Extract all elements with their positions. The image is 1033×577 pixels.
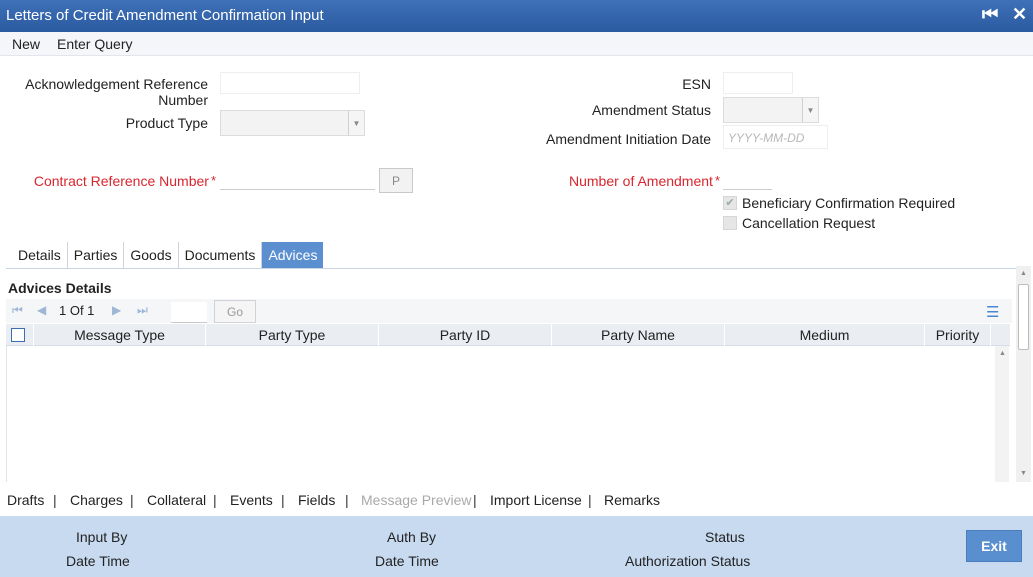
input-by-label: Input By: [76, 529, 128, 545]
cancellation-request-label: Cancellation Request: [742, 215, 876, 231]
grid-scrollbar[interactable]: ▲: [995, 346, 1009, 482]
separator: |: [213, 492, 217, 508]
tab-details[interactable]: Details: [12, 242, 68, 268]
link-collateral[interactable]: Collateral: [147, 492, 206, 508]
separator: |: [130, 492, 134, 508]
contract-ref-label: Contract Reference Number *: [20, 173, 216, 189]
amendment-initiation-label: Amendment Initiation Date: [546, 131, 711, 147]
window-titlebar: Letters of Credit Amendment Confirmation…: [0, 0, 1033, 32]
amendment-initiation-date-input[interactable]: YYYY-MM-DD: [723, 125, 828, 149]
link-import-license[interactable]: Import License: [490, 492, 582, 508]
separator: |: [281, 492, 285, 508]
tab-divider: [6, 268, 1016, 269]
menu-bar: New Enter Query: [0, 32, 1033, 56]
esn-input[interactable]: [723, 72, 793, 94]
amendment-status-label: Amendment Status: [591, 102, 711, 118]
advices-grid-body: [6, 346, 994, 482]
tab-advices[interactable]: Advices: [262, 242, 324, 268]
scroll-up-icon[interactable]: ▲: [1020, 270, 1027, 277]
auth-date-time-label: Date Time: [375, 553, 439, 569]
authorization-status-label: Authorization Status: [625, 553, 751, 569]
product-type-label: Product Type: [125, 115, 208, 131]
link-events[interactable]: Events: [230, 492, 273, 508]
pager-bar: ⏮ ◀ 1 Of 1 ▶ ⏭ Go ☰: [6, 299, 1012, 323]
number-of-amendment-label: Number of Amendment *: [540, 173, 720, 189]
col-party-name[interactable]: Party Name: [552, 324, 725, 346]
exit-button[interactable]: Exit: [966, 530, 1022, 562]
link-drafts[interactable]: Drafts: [7, 492, 44, 508]
contract-ref-input[interactable]: [220, 168, 375, 190]
separator: |: [473, 492, 477, 508]
separator: |: [588, 492, 592, 508]
window-title: Letters of Credit Amendment Confirmation…: [6, 7, 324, 24]
close-icon[interactable]: ✕: [1012, 4, 1027, 25]
chevron-down-icon[interactable]: ▼: [348, 111, 364, 135]
select-all-cell: [6, 324, 34, 346]
minimize-icon[interactable]: ⏮: [982, 4, 998, 25]
subsystem-bar: Drafts | Charges | Collateral | Events |…: [0, 486, 1033, 514]
tab-documents[interactable]: Documents: [179, 242, 263, 268]
page-indicator: 1 Of 1: [59, 303, 95, 318]
required-mark: *: [210, 173, 216, 188]
esn-label: ESN: [682, 76, 711, 92]
select-all-checkbox[interactable]: [11, 328, 25, 342]
next-page-icon[interactable]: ▶: [112, 303, 121, 317]
audit-footer: Input By Date Time Auth By Date Time Sta…: [0, 516, 1033, 577]
first-page-icon[interactable]: ⏮: [12, 303, 23, 318]
col-party-id[interactable]: Party ID: [379, 324, 552, 346]
form-scrollbar[interactable]: ▲ ▼: [1016, 266, 1031, 482]
tab-strip: Details Parties Goods Documents Advices: [12, 242, 324, 268]
prev-page-icon[interactable]: ◀: [37, 303, 46, 317]
advices-title: Advices Details: [8, 280, 112, 296]
ack-ref-label: Acknowledgement Reference Number: [20, 76, 208, 108]
link-remarks[interactable]: Remarks: [604, 492, 660, 508]
contract-ref-label-text: Contract Reference Number: [33, 173, 209, 189]
beneficiary-confirmation-label: Beneficiary Confirmation Required: [742, 195, 956, 211]
link-charges[interactable]: Charges: [70, 492, 123, 508]
chevron-down-icon[interactable]: ▼: [802, 98, 818, 122]
cancellation-request-checkbox[interactable]: [723, 216, 737, 230]
last-page-icon[interactable]: ⏭: [137, 303, 148, 318]
number-of-amendment-input[interactable]: [723, 168, 772, 190]
status-label: Status: [705, 529, 745, 545]
scroll-up-icon[interactable]: ▲: [999, 350, 1006, 357]
scroll-thumb[interactable]: [1018, 284, 1029, 350]
date-time-label: Date Time: [66, 553, 130, 569]
ack-ref-label-line1: Acknowledgement Reference: [25, 76, 208, 92]
scroll-down-icon[interactable]: ▼: [1020, 470, 1027, 477]
col-message-type[interactable]: Message Type: [34, 324, 206, 346]
amendment-status-select[interactable]: ▼: [723, 97, 819, 123]
col-medium[interactable]: Medium: [725, 324, 925, 346]
link-fields[interactable]: Fields: [298, 492, 335, 508]
required-mark: *: [714, 173, 720, 188]
advices-grid-header: Message Type Party Type Party ID Party N…: [6, 324, 1010, 346]
ack-ref-label-line2: Number: [158, 92, 208, 108]
date-placeholder: YYYY-MM-DD: [728, 131, 805, 145]
link-message-preview: Message Preview: [361, 492, 472, 508]
auth-by-label: Auth By: [387, 529, 437, 545]
tab-goods[interactable]: Goods: [124, 242, 179, 268]
beneficiary-confirmation-checkbox[interactable]: ✔: [723, 196, 737, 210]
product-type-select[interactable]: ▼: [220, 110, 365, 136]
page-number-input[interactable]: [171, 302, 207, 323]
col-priority[interactable]: Priority: [925, 324, 991, 346]
ack-ref-input[interactable]: [220, 72, 360, 94]
list-view-icon[interactable]: ☰: [986, 303, 999, 321]
p-button[interactable]: P: [379, 168, 413, 193]
col-party-type[interactable]: Party Type: [206, 324, 379, 346]
menu-new[interactable]: New: [12, 36, 40, 52]
separator: |: [53, 492, 57, 508]
tab-parties[interactable]: Parties: [68, 242, 125, 268]
go-button[interactable]: Go: [214, 300, 256, 323]
menu-enter-query[interactable]: Enter Query: [57, 36, 132, 52]
number-of-amendment-label-text: Number of Amendment: [568, 173, 713, 189]
separator: |: [345, 492, 349, 508]
